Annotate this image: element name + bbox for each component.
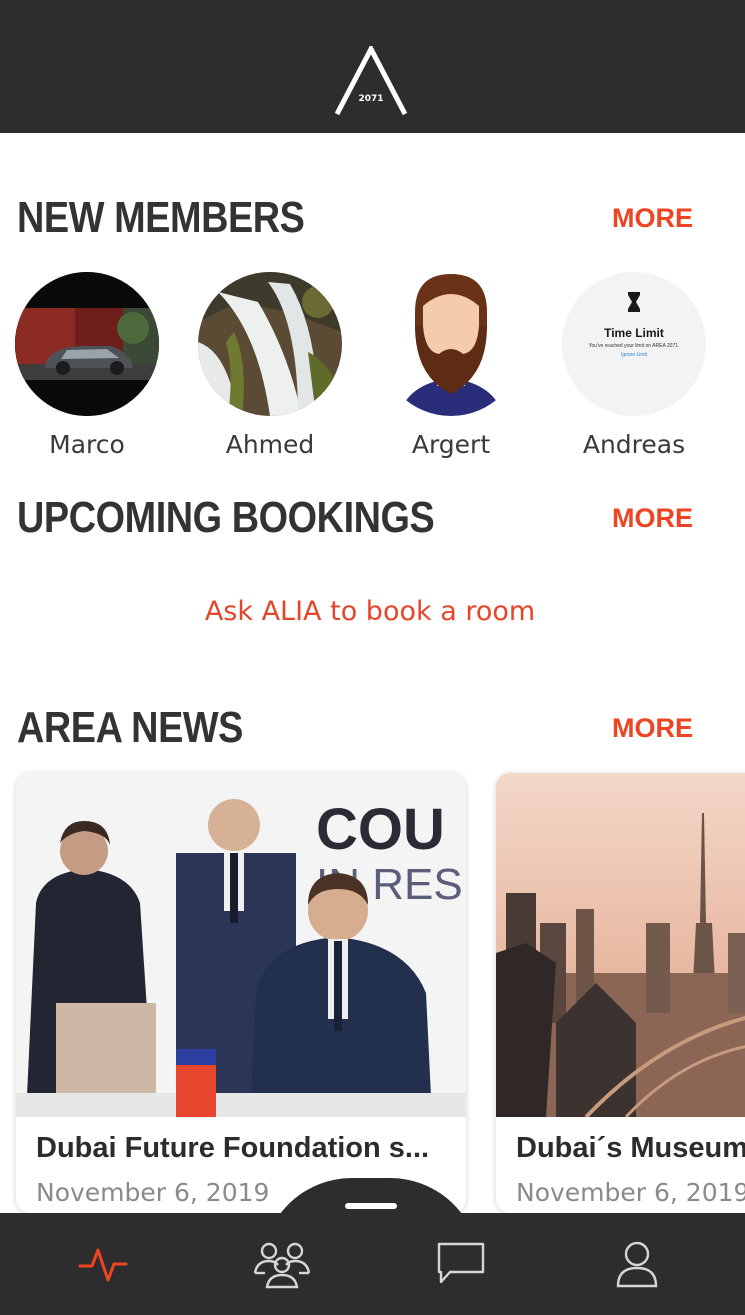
- logo-text: 2071: [358, 94, 383, 104]
- profile-icon: [616, 1241, 658, 1288]
- signing-ceremony-photo: COU IN RESI: [16, 773, 466, 1117]
- upcoming-bookings-title: UPCOMING BOOKINGS: [17, 493, 435, 542]
- community-icon: [253, 1242, 311, 1289]
- member-item[interactable]: Marco: [14, 272, 160, 459]
- tab-community[interactable]: [189, 1213, 375, 1315]
- new-members-list: Marco Ahmed Argert Time Limit You've rea…: [0, 272, 745, 472]
- member-name: Ahmed: [225, 430, 315, 459]
- ask-alia-book-room-link[interactable]: Ask ALIA to book a room: [0, 596, 740, 627]
- news-title: Dubai´s Museum: [516, 1132, 745, 1164]
- drawer-handle-bar: [345, 1203, 397, 1209]
- member-name: Marco: [49, 430, 125, 459]
- photo-text-1: COU: [316, 797, 445, 862]
- tab-activity[interactable]: [10, 1213, 196, 1315]
- app-header: 2071: [0, 0, 745, 133]
- car-photo: [15, 272, 159, 416]
- member-avatar: Time Limit You've reached your limit on …: [562, 272, 706, 416]
- area-news-more-link[interactable]: MORE: [612, 713, 693, 744]
- tab-profile[interactable]: [544, 1213, 730, 1315]
- new-members-more-link[interactable]: MORE: [612, 203, 693, 234]
- member-avatar: [379, 272, 523, 416]
- avatar-message: You've reached your limit on AREA 2071.: [588, 343, 680, 349]
- news-title: Dubai Future Foundation s...: [36, 1132, 430, 1164]
- avatar-title: Time Limit: [604, 326, 664, 340]
- member-avatar: [198, 272, 342, 416]
- member-item[interactable]: Ahmed: [197, 272, 343, 459]
- new-members-title: NEW MEMBERS: [17, 193, 305, 242]
- upcoming-bookings-more-link[interactable]: MORE: [612, 503, 693, 534]
- news-card[interactable]: COU IN RESI Dubai Future Foundation s...…: [16, 773, 466, 1213]
- news-image: [496, 773, 745, 1117]
- news-card[interactable]: Dubai´s Museum November 6, 2019: [496, 773, 745, 1213]
- activity-icon: [78, 1248, 128, 1282]
- member-name: Argert: [411, 430, 491, 459]
- bearded-man-icon: [399, 274, 503, 416]
- member-item[interactable]: Argert: [378, 272, 524, 459]
- member-item[interactable]: Time Limit You've reached your limit on …: [561, 272, 707, 459]
- member-avatar: [15, 272, 159, 416]
- news-date: November 6, 2019: [36, 1178, 270, 1207]
- dubai-skyline-photo: [496, 773, 745, 1117]
- bottom-nav: [0, 1213, 745, 1315]
- avatar-link: Ignore Limit: [620, 352, 648, 358]
- member-name: Andreas: [582, 430, 686, 459]
- area-2071-logo[interactable]: 2071: [334, 46, 408, 116]
- news-image: COU IN RESI: [16, 773, 466, 1117]
- chat-icon: [437, 1242, 485, 1284]
- news-date: November 6, 2019: [516, 1178, 745, 1207]
- waterfall-photo: [198, 272, 342, 416]
- area-news-title: AREA NEWS: [17, 703, 243, 752]
- tab-messages[interactable]: [368, 1213, 554, 1315]
